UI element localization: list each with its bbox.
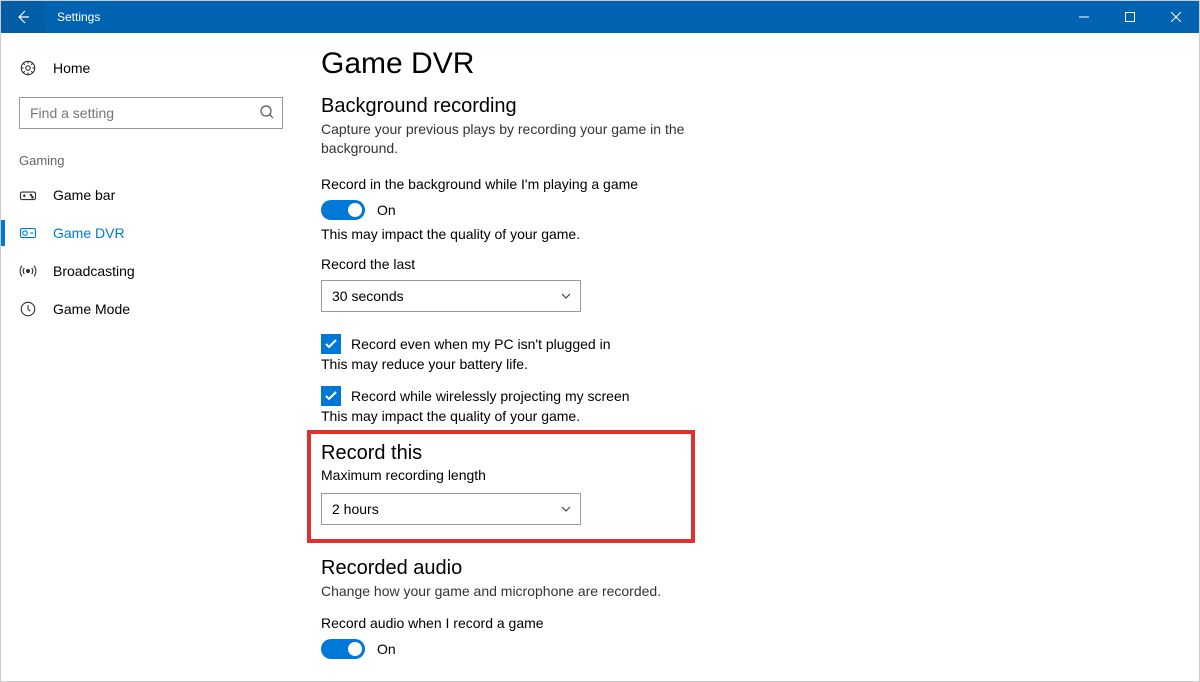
home-label: Home — [53, 60, 90, 76]
minimize-button[interactable] — [1061, 1, 1107, 33]
background-recording-desc: Capture your previous plays by recording… — [321, 120, 701, 158]
home-link[interactable]: Home — [1, 51, 301, 85]
sidebar-item-game-bar[interactable]: Game bar — [1, 176, 301, 214]
record-wireless-hint: This may impact the quality of your game… — [321, 408, 1159, 424]
game-bar-icon — [19, 186, 39, 204]
sidebar-section-label: Gaming — [1, 153, 301, 176]
record-wireless-label: Record while wirelessly projecting my sc… — [351, 388, 630, 404]
maximize-button[interactable] — [1107, 1, 1153, 33]
record-last-value: 30 seconds — [332, 288, 404, 304]
record-unplugged-checkbox[interactable] — [321, 334, 341, 354]
close-button[interactable] — [1153, 1, 1199, 33]
search-icon — [259, 104, 275, 123]
maximize-icon — [1125, 12, 1135, 22]
chevron-down-icon — [560, 290, 572, 302]
page-title: Game DVR — [321, 47, 1159, 81]
max-length-select[interactable]: 2 hours — [321, 493, 581, 525]
audio-toggle-state: On — [377, 641, 396, 657]
record-this-heading: Record this — [321, 442, 681, 465]
audio-toggle-label: Record audio when I record a game — [321, 615, 1159, 631]
record-last-select[interactable]: 30 seconds — [321, 280, 581, 312]
minimize-icon — [1079, 12, 1089, 22]
search-container — [19, 97, 283, 129]
record-this-highlight: Record this Maximum recording length 2 h… — [307, 430, 695, 543]
home-icon — [19, 59, 39, 77]
chevron-down-icon — [560, 503, 572, 515]
record-unplugged-label: Record even when my PC isn't plugged in — [351, 336, 610, 352]
record-unplugged-hint: This may reduce your battery life. — [321, 356, 1159, 372]
sidebar-item-broadcasting[interactable]: Broadcasting — [1, 252, 301, 290]
broadcasting-icon — [19, 262, 39, 280]
sidebar-item-game-mode[interactable]: Game Mode — [1, 290, 301, 328]
window-title: Settings — [45, 10, 100, 24]
background-toggle-label: Record in the background while I'm playi… — [321, 176, 1159, 192]
max-length-value: 2 hours — [332, 501, 379, 517]
background-recording-heading: Background recording — [321, 95, 1159, 118]
background-toggle-state: On — [377, 202, 396, 218]
recorded-audio-desc: Change how your game and microphone are … — [321, 582, 701, 601]
window-titlebar: Settings — [1, 1, 1199, 33]
sidebar-item-game-dvr[interactable]: Game DVR — [1, 214, 301, 252]
sidebar: Home Gaming Game bar Game DVR Broadcas — [1, 33, 301, 681]
check-icon — [324, 389, 338, 403]
check-icon — [324, 337, 338, 351]
sidebar-item-label: Broadcasting — [53, 263, 135, 279]
sidebar-item-label: Game DVR — [53, 225, 125, 241]
close-icon — [1171, 12, 1181, 22]
record-audio-toggle[interactable] — [321, 639, 365, 659]
sidebar-item-label: Game Mode — [53, 301, 130, 317]
main-content: Game DVR Background recording Capture yo… — [301, 33, 1199, 681]
game-dvr-icon — [19, 224, 39, 242]
back-button[interactable] — [1, 1, 45, 33]
background-quality-hint: This may impact the quality of your game… — [321, 226, 1159, 242]
record-wireless-checkbox[interactable] — [321, 386, 341, 406]
background-recording-toggle[interactable] — [321, 200, 365, 220]
record-last-label: Record the last — [321, 256, 1159, 272]
arrow-left-icon — [15, 9, 31, 25]
game-mode-icon — [19, 300, 39, 318]
max-length-label: Maximum recording length — [321, 467, 681, 483]
sidebar-item-label: Game bar — [53, 187, 115, 203]
search-input[interactable] — [19, 97, 283, 129]
recorded-audio-heading: Recorded audio — [321, 557, 1159, 580]
